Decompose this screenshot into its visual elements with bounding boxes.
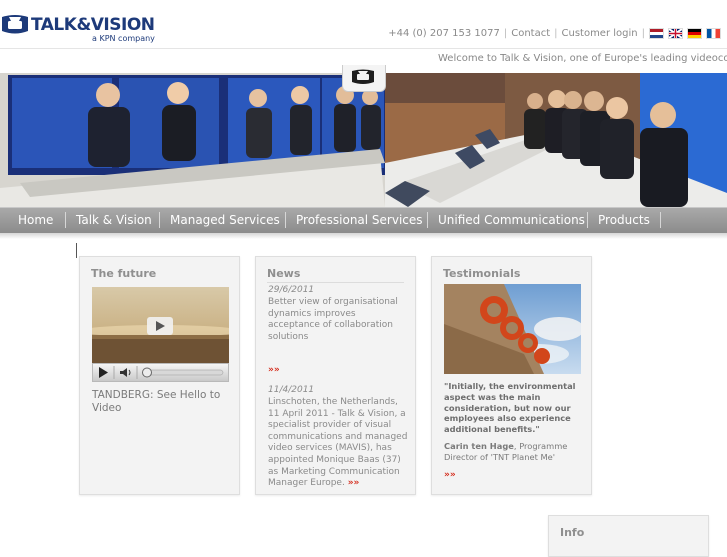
header-divider [0, 48, 727, 49]
nav-divider [285, 212, 286, 228]
news-panel-title: News [267, 267, 301, 280]
divider: | [641, 28, 645, 39]
video-caption[interactable]: TANDBERG: See Hello to Video [92, 389, 232, 415]
text-cursor [76, 243, 77, 258]
customer-login-link[interactable]: Customer login [562, 28, 638, 39]
nav-divider [587, 212, 588, 228]
talk-vision-logo-icon [2, 15, 28, 34]
logo-title: TALK&VISION [31, 15, 155, 35]
info-panel: Info [548, 515, 709, 557]
video-player[interactable] [92, 287, 229, 363]
main-navigation: Home Talk & Vision Managed Services Prof… [0, 207, 727, 234]
nav-shadow [0, 233, 727, 239]
hero-banner-image [0, 73, 727, 207]
future-panel: The future TANDBERG: See Hello to Video [79, 256, 240, 495]
nav-item-home[interactable]: Home [18, 213, 53, 227]
phone-number: +44 (0) 207 153 1077 [388, 28, 500, 39]
divider: | [554, 28, 558, 39]
testimonial-read-more-link[interactable]: »» [444, 470, 456, 480]
nav-divider [159, 212, 160, 228]
video-controls [92, 363, 229, 382]
panel-divider [267, 282, 404, 283]
nl-flag-icon[interactable] [649, 28, 664, 39]
top-utility-bar: +44 (0) 207 153 1077 | Contact | Custome… [388, 28, 721, 39]
nav-divider [427, 212, 428, 228]
news-date: 11/4/2011 [268, 385, 315, 395]
seek-handle [142, 367, 152, 378]
testimonial-image [444, 284, 581, 374]
news-summary: Better view of organisational dynamics i… [268, 297, 398, 342]
info-panel-title: Info [560, 526, 585, 539]
video-thumbnail [92, 287, 229, 363]
future-panel-title: The future [91, 267, 157, 280]
nav-divider [65, 212, 66, 228]
talk-vision-emblem-icon [352, 69, 374, 84]
testimonial-author-name: Carin ten Hage [444, 441, 514, 451]
news-summary-text: Linschoten, the Netherlands, 11 April 20… [268, 397, 408, 489]
nav-item-professional-services[interactable]: Professional Services [296, 213, 423, 227]
nav-item-products[interactable]: Products [598, 213, 650, 227]
divider: | [503, 28, 508, 39]
news-date: 29/6/2011 [268, 285, 315, 295]
news-summary: Linschoten, the Netherlands, 11 April 20… [268, 397, 408, 490]
fr-flag-icon[interactable] [706, 28, 721, 39]
news-read-more-link[interactable]: »» [268, 365, 408, 377]
volume-icon [120, 368, 131, 377]
nav-item-talk-vision[interactable]: Talk & Vision [76, 213, 152, 227]
play-button-icon [99, 367, 108, 378]
de-flag-icon[interactable] [687, 28, 702, 39]
logo-subtitle: a KPN company [92, 34, 155, 43]
news-panel: News 29/6/2011 Better view of organisati… [255, 256, 416, 495]
nav-divider [660, 212, 661, 228]
news-read-more-link[interactable]: »» [348, 478, 360, 488]
hero-banner [0, 73, 727, 207]
testimonial-quote: "Initially, the environmental aspect was… [444, 381, 576, 435]
nav-item-managed-services[interactable]: Managed Services [170, 213, 280, 227]
uk-flag-icon[interactable] [668, 28, 683, 39]
contact-link[interactable]: Contact [511, 28, 550, 39]
welcome-ticker: Welcome to Talk & Vision, one of Europe'… [438, 53, 727, 64]
testimonial-author: Carin ten Hage, Programme Director of 'T… [444, 441, 582, 463]
testimonials-panel: Testimonials "Initially, the environment… [431, 256, 592, 495]
logo[interactable]: TALK&VISION a KPN company [0, 12, 160, 44]
nav-item-unified-communications[interactable]: Unified Communications [438, 213, 585, 227]
testimonials-panel-title: Testimonials [443, 267, 521, 280]
